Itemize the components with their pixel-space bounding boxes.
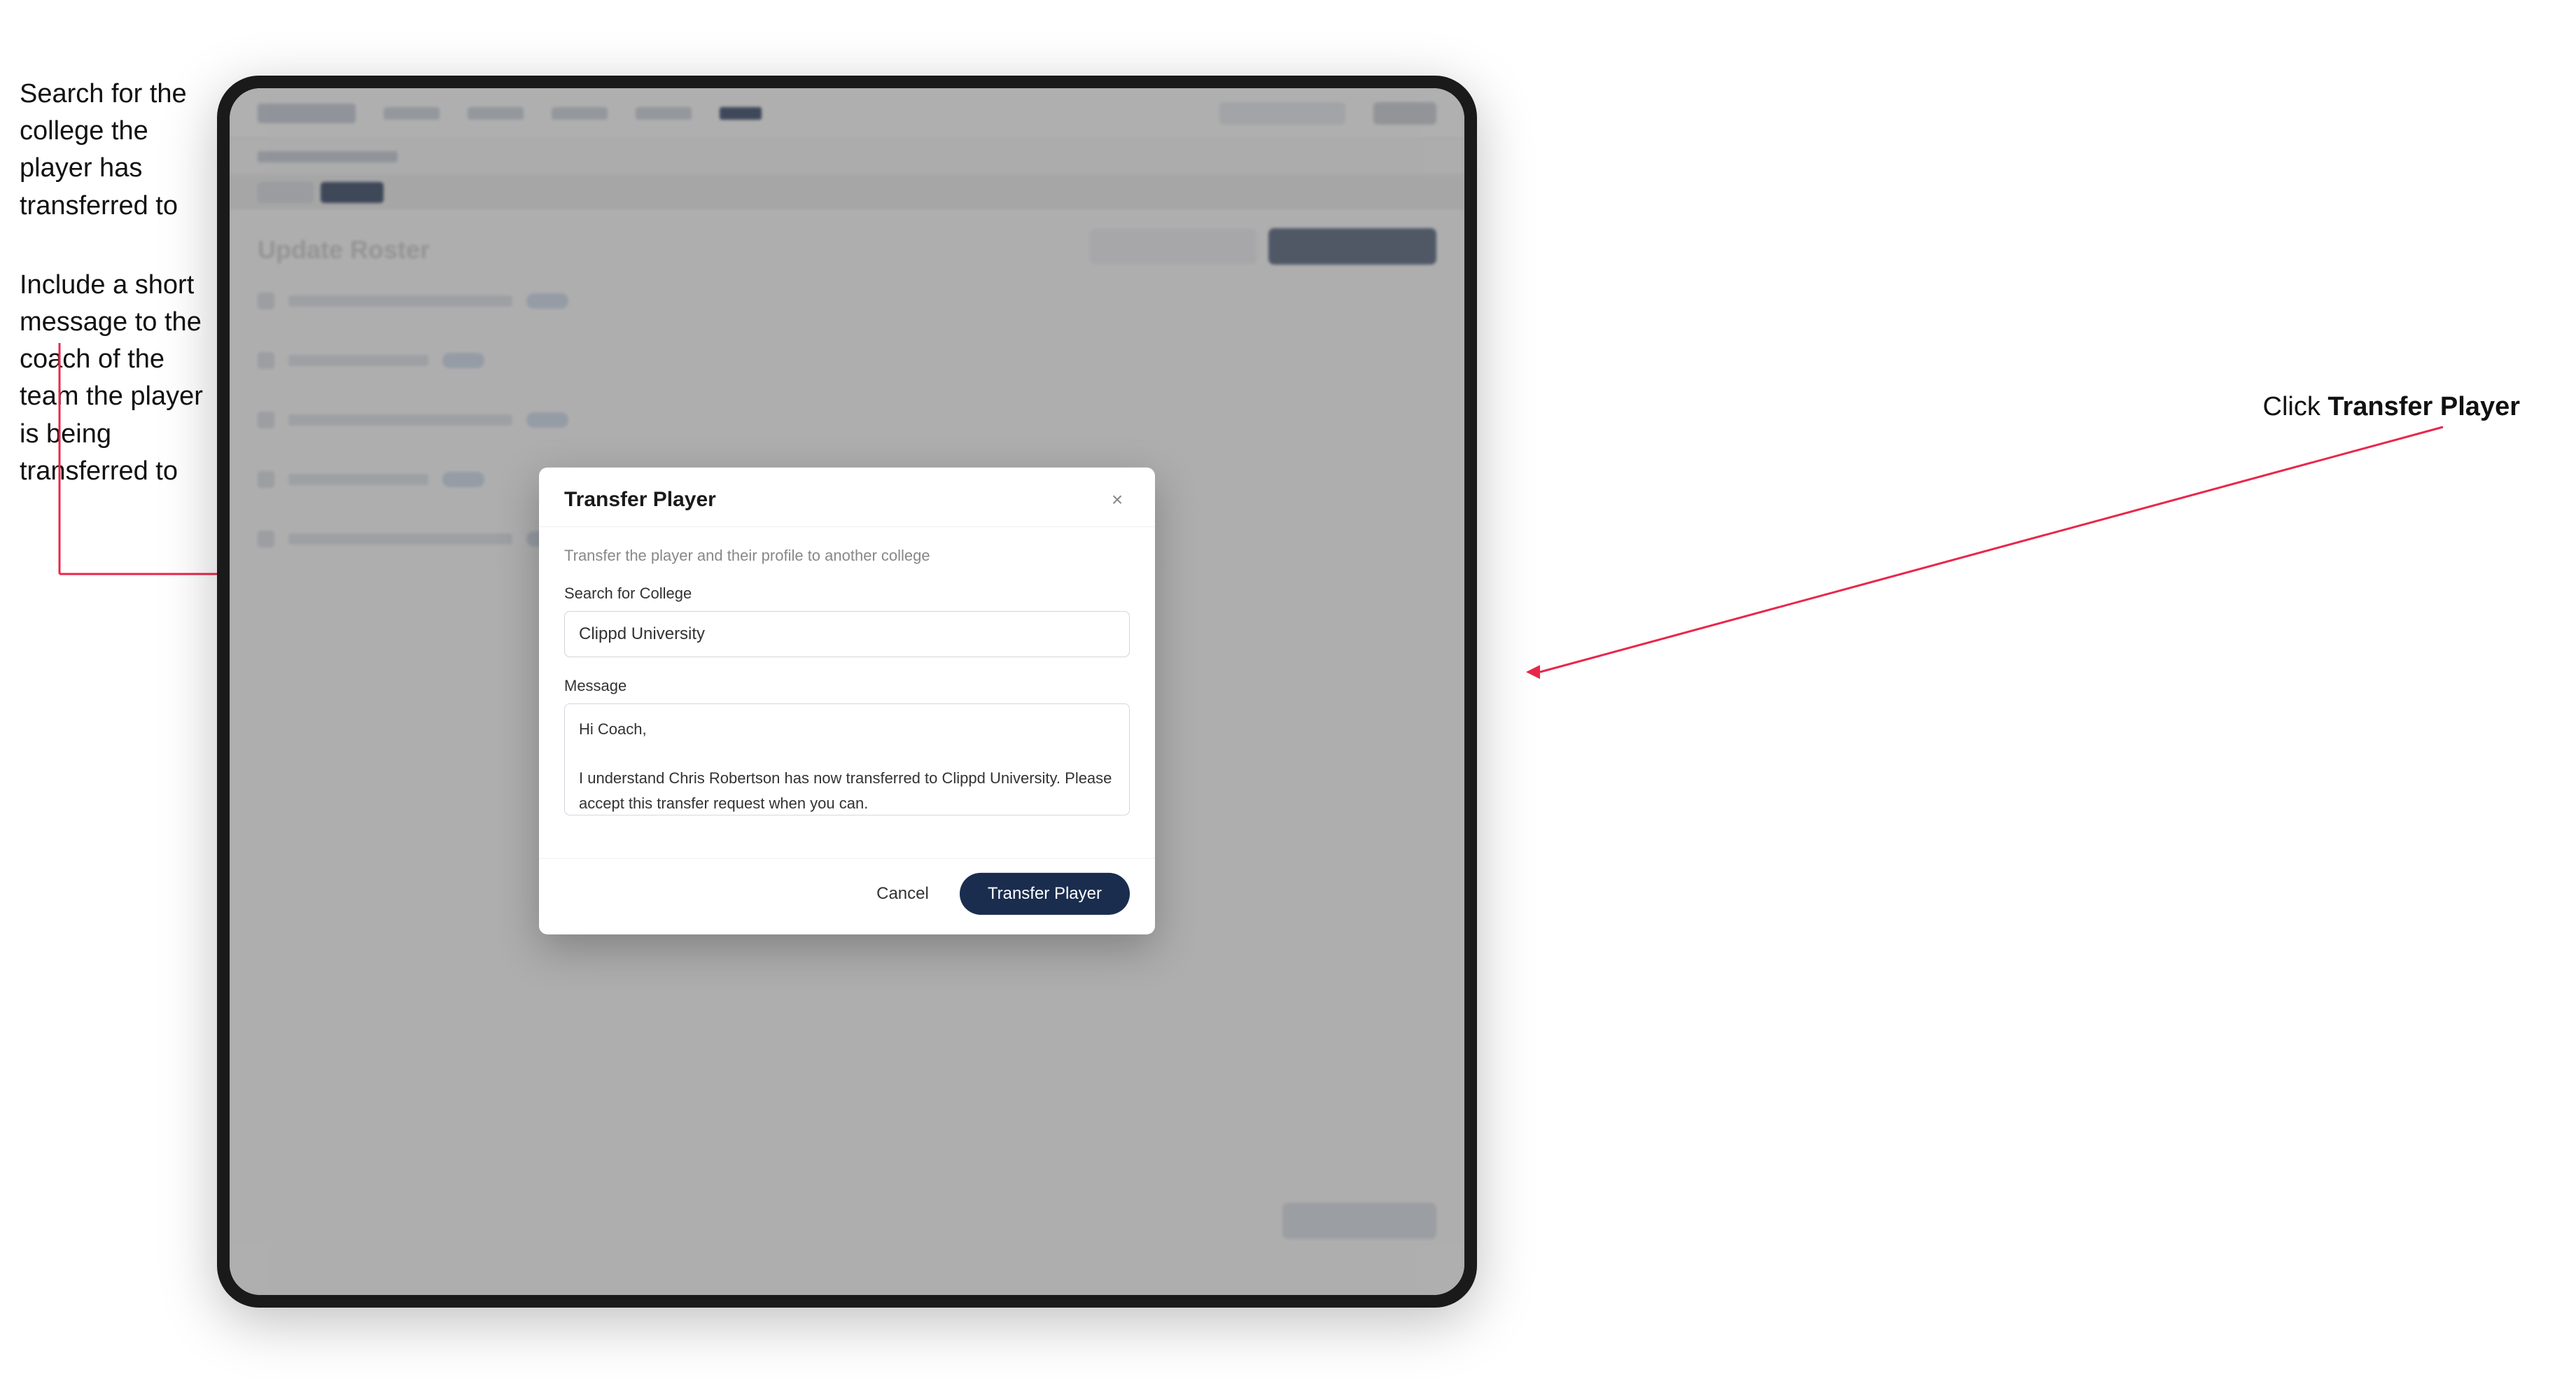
message-label: Message [564,677,1130,695]
annotation-search-text: Search for the college the player has tr… [20,76,216,225]
modal-overlay: Transfer Player × Transfer the player an… [230,88,1464,1295]
transfer-player-modal: Transfer Player × Transfer the player an… [539,468,1155,934]
message-textarea[interactable]: Hi Coach, I understand Chris Robertson h… [564,704,1130,816]
search-college-input[interactable] [564,611,1130,657]
modal-subtitle: Transfer the player and their profile to… [564,547,1130,565]
transfer-player-button[interactable]: Transfer Player [960,873,1130,915]
annotation-transfer-bold: Transfer Player [2328,392,2520,421]
search-college-group: Search for College [564,584,1130,657]
modal-header: Transfer Player × [539,468,1155,527]
modal-body: Transfer the player and their profile to… [539,527,1155,858]
search-college-label: Search for College [564,584,1130,603]
annotation-right: Click Transfer Player [2263,392,2521,422]
annotation-left: Search for the college the player has tr… [20,76,216,532]
annotation-click-text: Click [2263,392,2328,421]
modal-footer: Cancel Transfer Player [539,858,1155,934]
message-group: Message Hi Coach, I understand Chris Rob… [564,677,1130,819]
ipad-screen: Update Roster [230,88,1464,1295]
annotation-message-text: Include a short message to the coach of … [20,267,216,490]
cancel-button[interactable]: Cancel [860,874,946,913]
close-icon: × [1112,489,1123,511]
modal-title: Transfer Player [564,488,716,512]
ipad-device: Update Roster [217,76,1477,1308]
modal-close-button[interactable]: × [1105,487,1130,512]
